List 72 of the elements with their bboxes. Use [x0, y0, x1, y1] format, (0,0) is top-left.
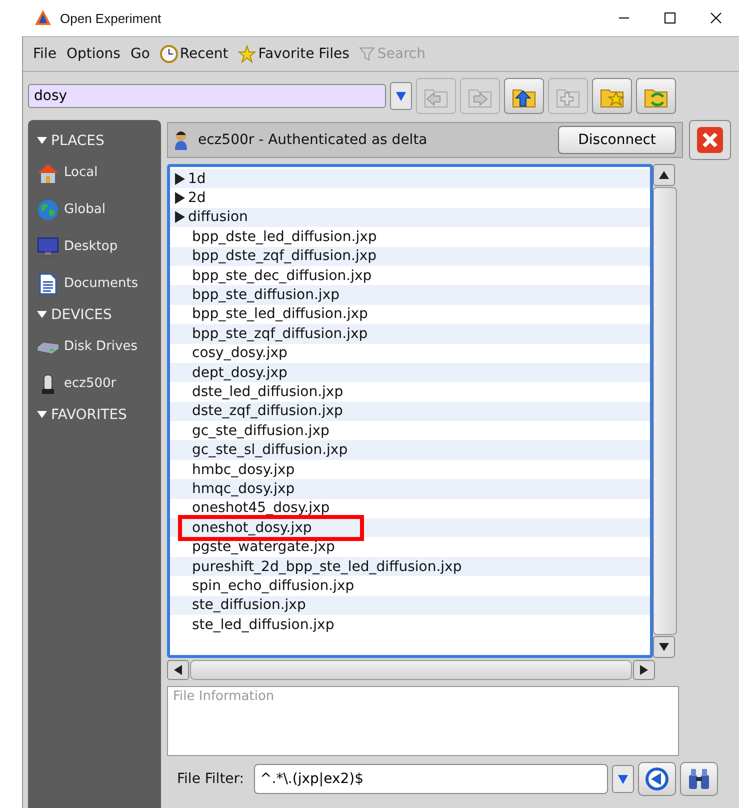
- dropdown-button[interactable]: [390, 82, 412, 110]
- folder-entry[interactable]: 1d: [186, 170, 206, 187]
- scrollbar-thumb[interactable]: [653, 187, 677, 635]
- scroll-left-button[interactable]: [167, 660, 189, 680]
- close-icon-button[interactable]: [689, 120, 731, 160]
- connection-status: ecz500r - Authenticated as delta: [198, 132, 428, 148]
- listing-entry[interactable]: ste_led_diffusion.jxp: [174, 616, 334, 633]
- listing-entry[interactable]: hmbc_dosy.jxp: [174, 462, 295, 478]
- scrollbar-thumb[interactable]: [190, 660, 632, 680]
- listing-entry[interactable]: dste_led_diffusion.jxp: [174, 384, 344, 400]
- monitor-icon: [36, 234, 60, 258]
- sidebar-item[interactable]: Global: [64, 202, 106, 217]
- menu-item[interactable]: Favorite Files: [258, 46, 350, 62]
- clock-icon: [160, 45, 178, 63]
- listing-entry[interactable]: pgste_watergate.jxp: [174, 539, 335, 556]
- sidebar-item[interactable]: Disk Drives: [64, 339, 138, 354]
- file-information-field[interactable]: File Information: [167, 686, 679, 756]
- disconnect-button[interactable]: Disconnect: [558, 126, 676, 154]
- path-field[interactable]: dosy: [28, 84, 386, 108]
- sidebar-item[interactable]: ecz500r: [64, 376, 116, 391]
- listing-entry[interactable]: bpp_ste_led_diffusion.jxp: [174, 306, 368, 322]
- collapse-icon[interactable]: [37, 311, 47, 319]
- folder-entry[interactable]: diffusion: [186, 209, 248, 226]
- folder-entry[interactable]: 2d: [186, 190, 206, 206]
- scroll-right-button[interactable]: [633, 660, 655, 680]
- star-icon: [238, 45, 256, 63]
- find-button[interactable]: [680, 762, 718, 796]
- right-arrow-icon: [640, 665, 648, 675]
- sidebar-item[interactable]: Local: [64, 165, 98, 180]
- collapse-icon[interactable]: [37, 137, 47, 145]
- app-logo-icon: [34, 9, 52, 27]
- close-icon: [710, 12, 722, 24]
- listing-entry[interactable]: dept_dosy.jxp: [174, 364, 288, 381]
- expand-icon[interactable]: [174, 211, 186, 224]
- listing-entry[interactable]: bpp_ste_dec_diffusion.jxp: [174, 268, 372, 284]
- listing-entry[interactable]: cosy_dosy.jxp: [174, 345, 288, 362]
- caret-icon: [618, 773, 628, 785]
- filter-icon: [359, 46, 376, 62]
- maximize-icon: [664, 12, 676, 24]
- dropdown-button[interactable]: [612, 765, 634, 793]
- close-icon: [696, 126, 724, 154]
- menu-item[interactable]: Options: [66, 46, 120, 62]
- collapse-icon[interactable]: [37, 411, 47, 419]
- listing-entry[interactable]: oneshot45_dosy.jxp: [174, 500, 330, 516]
- sidebar-item[interactable]: Desktop: [64, 239, 118, 254]
- listing-entry[interactable]: bpp_dste_led_diffusion.jxp: [174, 228, 377, 245]
- scroll-down-button[interactable]: [653, 636, 675, 658]
- globe-icon: [36, 198, 60, 222]
- expand-icon[interactable]: [174, 192, 186, 204]
- filter-label: File Filter:: [177, 771, 244, 787]
- folder-button[interactable]: [504, 78, 544, 114]
- up-arrow-icon: [659, 171, 669, 179]
- menu-item[interactable]: File: [33, 46, 56, 62]
- user-icon: [174, 130, 188, 150]
- sidebar-item[interactable]: Documents: [64, 276, 138, 291]
- menu-item[interactable]: Recent: [180, 46, 228, 62]
- section-header[interactable]: DEVICES: [51, 307, 112, 323]
- listing-entry[interactable]: spin_echo_diffusion.jxp: [174, 578, 354, 594]
- left-arrow-icon: [174, 665, 182, 675]
- expand-icon[interactable]: [174, 172, 186, 185]
- back-icon: [645, 767, 670, 791]
- filter-field[interactable]: ^.*\.(jxp|ex2)$: [254, 764, 608, 794]
- section-header[interactable]: PLACES: [51, 133, 104, 149]
- menu-item[interactable]: Go: [130, 46, 150, 62]
- back-button[interactable]: [638, 762, 676, 796]
- window-title: Open Experiment: [60, 10, 162, 26]
- listing-entry[interactable]: gc_ste_diffusion.jxp: [174, 422, 330, 439]
- scroll-up-button[interactable]: [653, 164, 675, 186]
- caret-icon: [396, 90, 406, 102]
- section-header[interactable]: FAVORITES: [51, 407, 127, 423]
- down-arrow-icon: [659, 643, 669, 651]
- binoculars-icon: [687, 767, 712, 791]
